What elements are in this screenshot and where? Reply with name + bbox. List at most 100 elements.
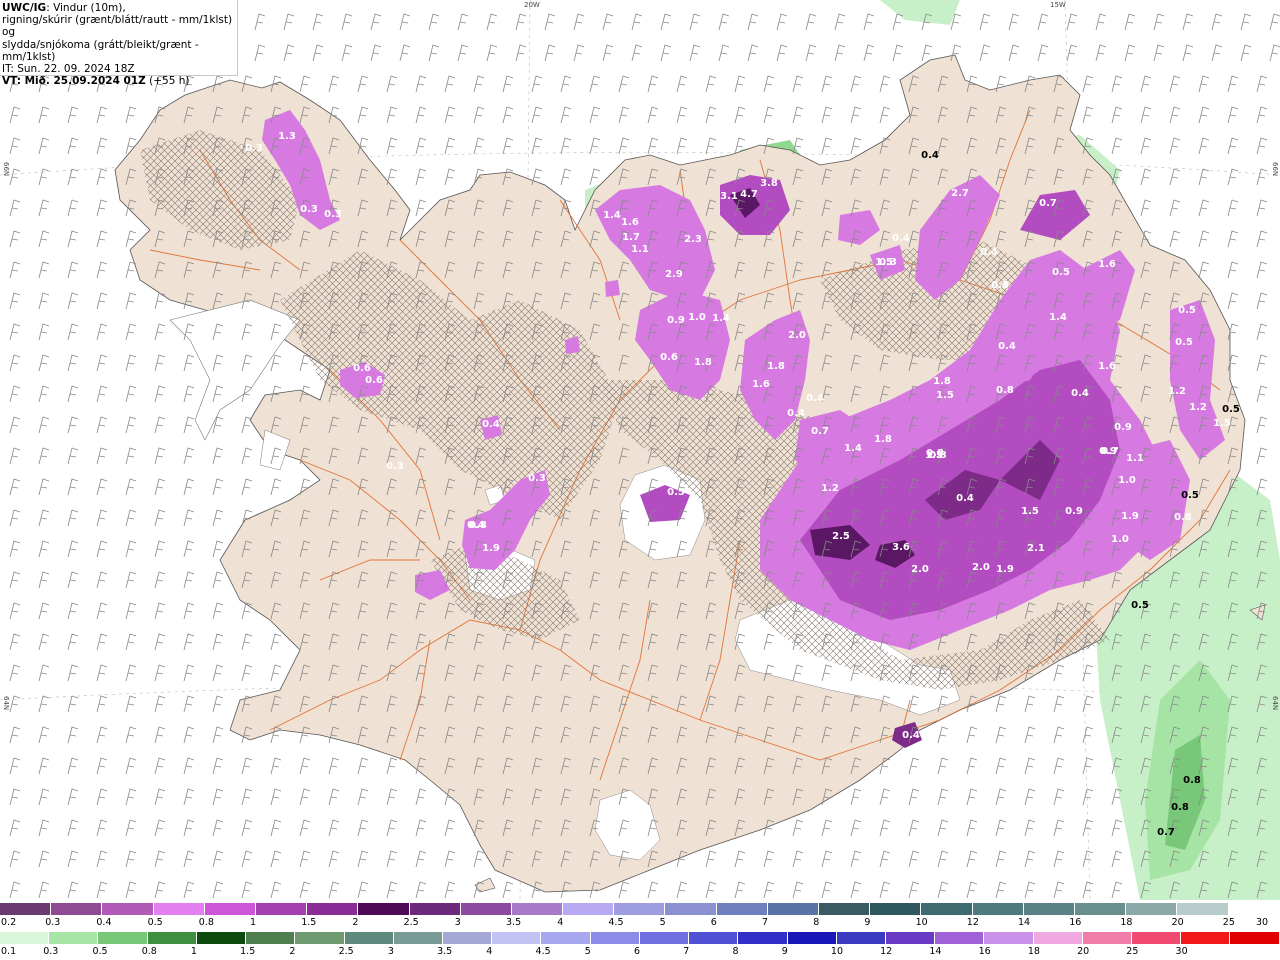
snow-value-label: 1.5: [1021, 506, 1039, 517]
snow-value-label: 0.8: [996, 385, 1014, 396]
header-line1: : Vindur (10m),: [46, 2, 126, 14]
scale-swatch: [787, 932, 837, 944]
valid-time: VT: Mið. 25.09.2024 01Z: [2, 75, 146, 88]
scale-swatch: [246, 932, 296, 944]
coord-20w: 20W: [524, 1, 540, 9]
coord-66n-right: 66N: [1271, 162, 1279, 177]
scale-tick-label: 10: [915, 917, 928, 928]
scale-tick-label: 8: [813, 917, 820, 928]
snow-value-label: 2.7: [951, 188, 969, 199]
scale-swatch: [541, 932, 591, 944]
snow-value-label: 1.4: [603, 210, 621, 221]
scale-swatch: [49, 932, 99, 944]
scale-swatch: [689, 932, 739, 944]
snow-value-label: 0.4: [902, 730, 920, 741]
snow-value-label: 3.1: [720, 191, 738, 202]
snow-value-label: 1.2: [1168, 386, 1186, 397]
snow-value-label: 0.9: [1114, 422, 1132, 433]
snow-value-label: 1.9: [1121, 511, 1139, 522]
scale-tick-label: 0.8: [141, 946, 157, 957]
scale-tick-label: 4: [486, 946, 493, 957]
snow-value-label: 1.4: [712, 313, 730, 324]
scale-swatch: [344, 932, 394, 944]
snow-value-label: 2.0: [911, 564, 929, 575]
scale-tick-label: 16: [1069, 917, 1082, 928]
snow-value-label: 1.3: [278, 131, 296, 142]
snow-value-label: 1.5: [875, 257, 893, 268]
scale-swatch: [738, 932, 788, 944]
snow-value-label: 0.9: [1065, 506, 1083, 517]
scale-tick-label: 4: [557, 917, 564, 928]
scale-swatch: [511, 903, 564, 915]
scale-tick-label: 12: [880, 946, 893, 957]
scale-tick-label: 14: [929, 946, 942, 957]
snow-value-label: 0.5: [1052, 267, 1070, 278]
snow-value-label: 1.0: [688, 312, 706, 323]
snow-value-label: 0.6: [365, 375, 383, 386]
snow-value-label: 0.4: [892, 233, 910, 244]
scale-swatch: [409, 903, 461, 915]
snow-value-label: 1.0: [1118, 475, 1136, 486]
scale-tick-label: 9: [781, 946, 788, 957]
snow-value-label: 1.9: [482, 543, 500, 554]
snow-value-label: 1.2: [1189, 402, 1207, 413]
scale-tick-label: 5: [659, 917, 666, 928]
snow-value-label: 1.6: [1098, 361, 1116, 372]
lead-time: (+55 h): [149, 75, 190, 88]
snow-value-label: 0.8: [469, 520, 487, 531]
snow-value-label: 2.1: [1027, 543, 1045, 554]
scale-tick-label: 4.5: [608, 917, 624, 928]
scale-swatch: [767, 903, 819, 915]
snow-value-label: 1.1: [1126, 453, 1144, 464]
snow-value-label: 0.4: [787, 408, 805, 419]
snow-value-label: 1.8: [767, 361, 785, 372]
scale-tick-label: 10: [830, 946, 844, 957]
scale-tick-label: 0.8: [198, 917, 214, 928]
scale-swatch: [819, 903, 871, 915]
snow-value-label: 0.4: [482, 419, 500, 430]
rain-scale-labels: 0.1 0.3 0.5 0.8 1 1.5 2 2.5 3 3.5 4 4.5 5 6 7 8 9 10 12 14 1…: [0, 946, 1280, 957]
scale-tick-label: 5: [584, 946, 591, 957]
scale-tick-label: 0.3: [45, 917, 61, 928]
snow-value-label: 1.0: [1111, 534, 1129, 545]
scale-swatch: [870, 903, 922, 915]
scale-tick-label: 3.5: [506, 917, 522, 928]
scale-swatch: [204, 903, 256, 915]
snow-value-label: 0.7: [811, 426, 829, 437]
snow-value-label: 0.7: [1101, 446, 1119, 457]
scale-swatch: [1126, 903, 1178, 915]
snow-value-label: 0.4: [998, 341, 1016, 352]
scale-tick-label: 3: [387, 946, 394, 957]
scale-swatch: [563, 903, 615, 915]
scale-tick-label: 1: [190, 946, 197, 957]
scale-tick-label: 18: [1027, 946, 1040, 957]
scale-swatch: [1082, 932, 1133, 944]
snow-value-label: 0.6: [353, 363, 371, 374]
scale-tick-label: 1.5: [301, 917, 317, 928]
scale-swatch: [51, 903, 103, 915]
scale-tick-label: 0.5: [147, 917, 163, 928]
scale-swatch: [492, 932, 542, 944]
header-line2: rigning/skúrir (grænt/blátt/rautt - mm/1…: [2, 14, 233, 39]
scale-swatch: [393, 932, 443, 944]
snow-value-label: 1.1: [631, 244, 649, 255]
scale-swatch: [836, 932, 886, 944]
scale-swatch: [460, 903, 512, 915]
rain-color-scale: [0, 932, 1280, 944]
scale-swatch: [885, 932, 936, 944]
snow-value-label: 0.3: [929, 450, 947, 461]
snow-value-label: 1.5: [1213, 418, 1231, 429]
scale-swatch: [1228, 903, 1280, 915]
scale-swatch: [153, 903, 205, 915]
snow-value-label: 1.8: [874, 434, 892, 445]
snow-value-label: 0.4: [1071, 388, 1089, 399]
scale-tick-label: 8: [732, 946, 739, 957]
scale-swatch: [196, 932, 247, 944]
scale-tick-label: 6: [710, 917, 717, 928]
scale-swatch: [295, 932, 345, 944]
scale-swatch: [255, 903, 308, 915]
snow-value-label: 1.4: [1049, 312, 1067, 323]
snow-value-label: 1.9: [996, 564, 1014, 575]
map-header: UWC/IG: Vindur (10m), rigning/skúrir (gr…: [0, 0, 238, 87]
scale-swatch: [1181, 932, 1231, 944]
